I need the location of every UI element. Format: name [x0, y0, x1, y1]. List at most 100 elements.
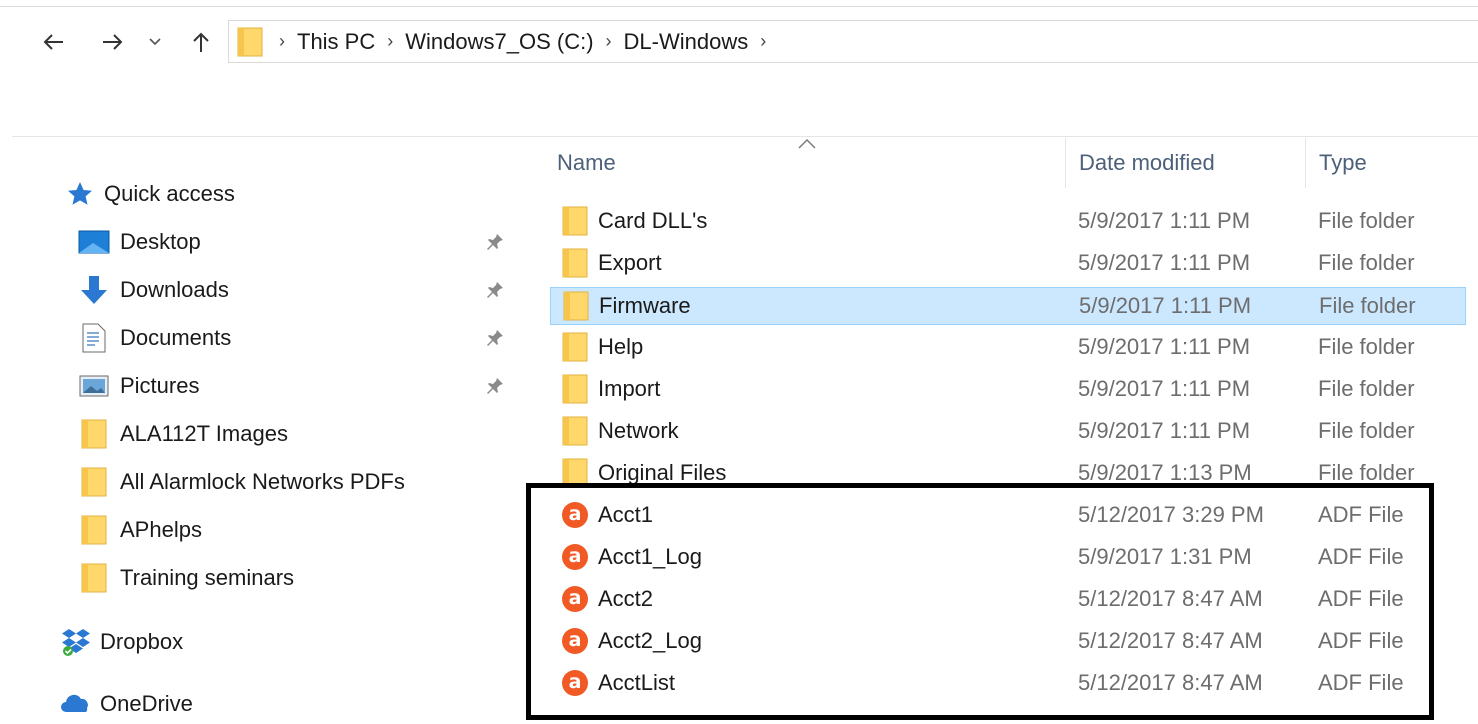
- list-item[interactable]: Original Files 5/9/2017 1:13 PM File fol…: [550, 455, 1466, 493]
- file-date: 5/9/2017 1:11 PM: [1079, 293, 1252, 318]
- file-type: File folder: [1318, 376, 1415, 401]
- pictures-icon: [78, 370, 110, 402]
- breadcrumb-folder[interactable]: DL-Windows: [624, 29, 749, 55]
- file-date: 5/12/2017 8:47 AM: [1078, 670, 1263, 695]
- file-date: 5/12/2017 3:29 PM: [1078, 502, 1264, 527]
- column-header-type[interactable]: Type: [1319, 138, 1469, 188]
- file-type: ADF File: [1318, 502, 1404, 527]
- file-type: File folder: [1318, 460, 1415, 485]
- list-item[interactable]: Network 5/9/2017 1:11 PM File folder: [550, 413, 1466, 451]
- list-item[interactable]: a Acct1 5/12/2017 3:29 PM ADF File: [550, 497, 1466, 535]
- file-type: File folder: [1318, 250, 1415, 275]
- recent-locations-button[interactable]: [143, 27, 167, 57]
- file-date: 5/9/2017 1:31 PM: [1078, 544, 1252, 569]
- sidebar-item-alarmlock-pdfs[interactable]: All Alarmlock Networks PDFs: [78, 466, 405, 498]
- list-item[interactable]: a Acct1_Log 5/9/2017 1:31 PM ADF File: [550, 539, 1466, 577]
- chevron-down-icon: [149, 38, 161, 46]
- file-type: File folder: [1318, 418, 1415, 443]
- sidebar-item-label: OneDrive: [100, 691, 193, 716]
- breadcrumb-drive[interactable]: Windows7_OS (C:): [405, 29, 593, 55]
- sidebar-item-ala112t-images[interactable]: ALA112T Images: [78, 418, 288, 450]
- file-type: ADF File: [1318, 544, 1404, 569]
- sidebar-item-quick-access[interactable]: Quick access: [64, 178, 235, 210]
- star-icon: [64, 178, 96, 210]
- sidebar-item-downloads[interactable]: Downloads: [78, 274, 229, 306]
- sidebar-item-pictures[interactable]: Pictures: [78, 370, 199, 402]
- file-date: 5/9/2017 1:13 PM: [1078, 460, 1252, 485]
- document-icon: [78, 322, 110, 354]
- sidebar-item-desktop[interactable]: Desktop: [78, 226, 201, 258]
- toolbar-divider: [12, 136, 1478, 137]
- sidebar-item-dropbox[interactable]: Dropbox: [60, 626, 183, 658]
- file-name: Export: [598, 250, 662, 275]
- list-item[interactable]: Card DLL's 5/9/2017 1:11 PM File folder: [550, 203, 1466, 241]
- up-button[interactable]: [186, 27, 216, 57]
- sidebar-item-label: APhelps: [120, 517, 202, 542]
- file-name: Acct1: [598, 502, 654, 527]
- chevron-right-icon[interactable]: ›: [279, 31, 285, 52]
- list-item[interactable]: a AcctList 5/12/2017 8:47 AM ADF File: [550, 665, 1466, 703]
- sidebar-item-training-seminars[interactable]: Training seminars: [78, 562, 294, 594]
- sidebar-item-label: Dropbox: [100, 629, 184, 654]
- pin-icon[interactable]: [485, 280, 505, 300]
- adf-file-icon: a: [560, 500, 590, 530]
- pin-icon[interactable]: [485, 232, 505, 252]
- folder-icon: [560, 248, 590, 278]
- address-bar[interactable]: › This PC › Windows7_OS (C:) › DL-Window…: [228, 20, 1478, 63]
- folder-icon: [560, 416, 590, 446]
- file-list: Name Date modified Type Card DLL's 5/9/2…: [520, 138, 1478, 724]
- file-date: 5/9/2017 1:11 PM: [1078, 250, 1251, 275]
- column-header-name[interactable]: Name: [557, 138, 1065, 188]
- chevron-right-icon[interactable]: ›: [606, 31, 612, 52]
- adf-file-icon: a: [560, 668, 590, 698]
- file-date: 5/9/2017 1:11 PM: [1078, 418, 1251, 443]
- list-item[interactable]: Help 5/9/2017 1:11 PM File folder: [550, 329, 1466, 367]
- chevron-right-icon[interactable]: ›: [760, 31, 766, 52]
- file-type: File folder: [1318, 334, 1415, 359]
- onedrive-icon: [60, 688, 92, 720]
- sidebar-item-documents[interactable]: Documents: [78, 322, 231, 354]
- file-name: Firmware: [599, 293, 691, 318]
- file-type: File folder: [1318, 208, 1415, 233]
- sidebar-item-aphelps[interactable]: APhelps: [78, 514, 202, 546]
- breadcrumb: › This PC › Windows7_OS (C:) › DL-Window…: [229, 21, 778, 62]
- column-separator[interactable]: [1065, 138, 1066, 188]
- file-type: ADF File: [1318, 628, 1404, 653]
- sidebar-item-label: Quick access: [104, 181, 235, 206]
- list-item-selected[interactable]: Firmware 5/9/2017 1:11 PM File folder: [550, 287, 1466, 325]
- sidebar-item-onedrive[interactable]: OneDrive: [60, 688, 193, 720]
- file-name: Acct1_Log: [598, 544, 702, 569]
- chevron-right-icon[interactable]: ›: [387, 31, 393, 52]
- column-header-date[interactable]: Date modified: [1079, 138, 1305, 188]
- file-type: ADF File: [1318, 670, 1404, 695]
- column-separator[interactable]: [1305, 138, 1306, 188]
- list-item[interactable]: Import 5/9/2017 1:11 PM File folder: [550, 371, 1466, 409]
- file-date: 5/9/2017 1:11 PM: [1078, 334, 1251, 359]
- file-date: 5/12/2017 8:47 AM: [1078, 586, 1263, 611]
- file-name: Card DLL's: [598, 208, 708, 233]
- forward-button[interactable]: [98, 27, 128, 57]
- navigation-bar: › This PC › Windows7_OS (C:) › DL-Window…: [0, 12, 1478, 72]
- navigation-pane: Quick access Desktop Downloads Documents…: [0, 140, 520, 724]
- folder-icon: [78, 514, 110, 546]
- breadcrumb-this-pc[interactable]: This PC: [297, 29, 375, 55]
- sidebar-item-label: Downloads: [120, 277, 229, 302]
- folder-icon: [560, 374, 590, 404]
- list-item[interactable]: Export 5/9/2017 1:11 PM File folder: [550, 245, 1466, 283]
- download-icon: [78, 274, 110, 306]
- top-rule: [0, 6, 1478, 7]
- pin-icon[interactable]: [485, 376, 505, 396]
- folder-icon: [78, 418, 110, 450]
- sidebar-item-label: Documents: [120, 325, 232, 350]
- sidebar-item-label: ALA112T Images: [120, 421, 288, 446]
- list-item[interactable]: a Acct2 5/12/2017 8:47 AM ADF File: [550, 581, 1466, 619]
- arrow-right-icon: [103, 34, 123, 50]
- sidebar-item-label: Training seminars: [120, 565, 295, 590]
- pin-icon[interactable]: [485, 328, 505, 348]
- list-item[interactable]: a Acct2_Log 5/12/2017 8:47 AM ADF File: [550, 623, 1466, 661]
- folder-icon: [560, 458, 590, 488]
- file-name: Help: [598, 334, 644, 359]
- back-button[interactable]: [38, 27, 68, 57]
- desktop-icon: [78, 226, 110, 258]
- file-type: File folder: [1319, 293, 1416, 318]
